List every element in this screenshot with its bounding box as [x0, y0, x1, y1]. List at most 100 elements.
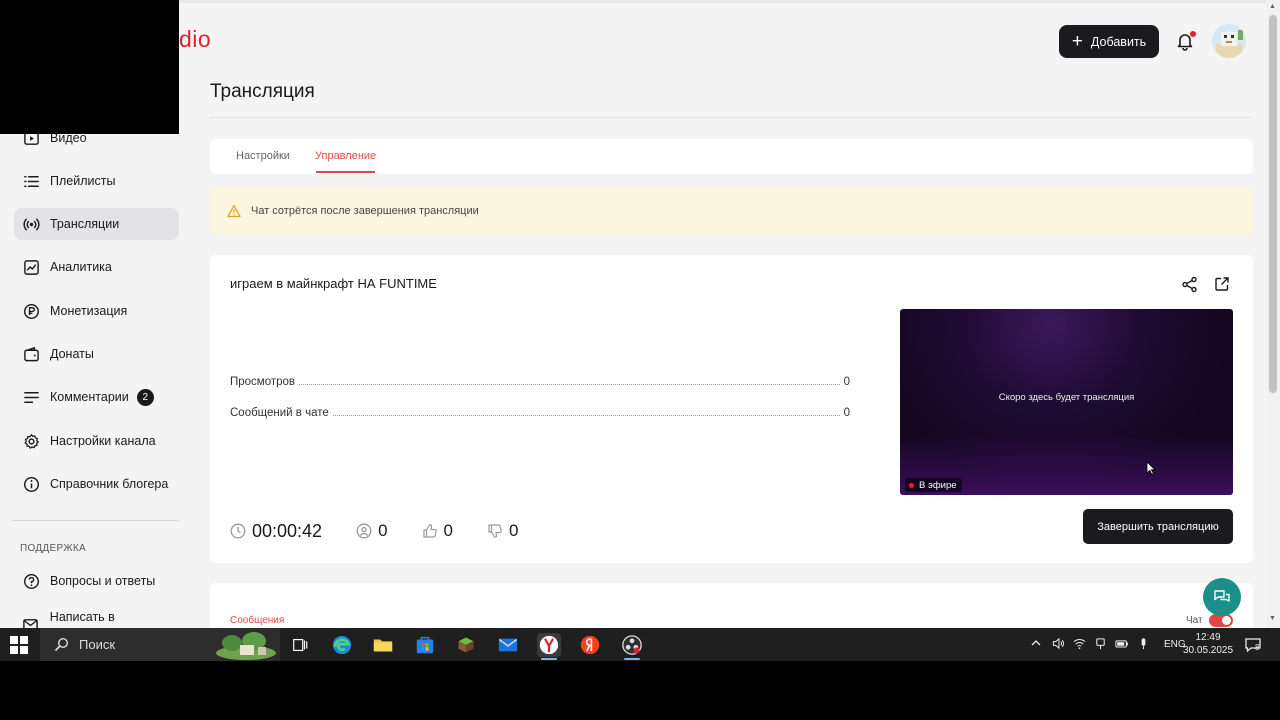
live-label: В эфире — [919, 479, 957, 491]
metric-likes: 0 — [422, 521, 453, 541]
metric-dislikes: 0 — [487, 521, 518, 541]
logo-fragment[interactable]: dio — [179, 26, 211, 53]
sidebar-item-blogger-guide[interactable]: Справочник блогера — [14, 468, 179, 500]
likes-value: 0 — [443, 521, 454, 540]
plus-icon: + — [1071, 31, 1083, 52]
sidebar-item-label: Вопросы и ответы — [50, 574, 156, 588]
page-scrollbar[interactable]: ▲ ▼ — [1266, 0, 1280, 628]
stat-value: 0 — [843, 376, 850, 388]
windows-start-icon[interactable] — [10, 636, 28, 654]
share-icon[interactable] — [1181, 276, 1198, 293]
sidebar-item-monetization[interactable]: Монетизация — [14, 295, 179, 327]
sidebar-item-label: Монетизация — [50, 304, 128, 318]
stat-value: 0 — [843, 407, 850, 419]
messages-card: Сообщения Чат — [210, 583, 1253, 628]
sidebar-item-playlists[interactable]: Плейлисты — [14, 165, 179, 197]
wallet-icon — [22, 345, 40, 363]
yandex-app-icon[interactable] — [578, 633, 602, 657]
file-explorer-icon[interactable] — [371, 633, 395, 657]
search-icon — [54, 637, 69, 652]
scrollbar-thumb[interactable] — [1269, 15, 1277, 393]
sidebar-item-label: Плейлисты — [50, 174, 116, 188]
speaker-icon[interactable] — [1052, 637, 1065, 653]
search-placeholder: Поиск — [79, 637, 116, 652]
scroll-down-arrow-icon[interactable]: ▼ — [1269, 615, 1276, 622]
battery-icon[interactable] — [1115, 637, 1129, 653]
system-clock[interactable]: 12:49 30.05.2025 — [1183, 631, 1233, 657]
tabs-bar: Настройки Управление — [210, 139, 1253, 174]
add-button-label: Добавить — [1090, 34, 1147, 49]
yandex-browser-icon[interactable] — [537, 633, 561, 657]
warning-text: Чат сотрётся после завершения трансляции — [251, 205, 479, 217]
sidebar-item-donations[interactable]: Донаты — [14, 338, 179, 370]
sidebar: Видео Плейлисты Трансляции Аналитика Мон… — [0, 118, 190, 628]
messages-heading: Сообщения — [230, 615, 285, 626]
network-icon[interactable] — [1073, 637, 1086, 653]
metric-viewers: 0 — [356, 521, 388, 541]
stream-metrics: 00:00:42 0 0 0 — [230, 520, 552, 542]
support-chat-button[interactable] — [1203, 578, 1241, 616]
system-tray: ENG — [1030, 628, 1186, 661]
mail-app-icon[interactable] — [496, 633, 520, 657]
metric-duration: 00:00:42 — [230, 521, 322, 542]
gear-icon — [22, 432, 40, 450]
notification-dot — [1190, 31, 1196, 37]
chevron-up-icon[interactable] — [1030, 637, 1042, 652]
active-app-indicator — [541, 658, 557, 660]
notification-center-icon[interactable]: 8 — [1244, 636, 1262, 654]
comment-icon — [22, 388, 40, 406]
minecraft-icon[interactable] — [454, 633, 478, 657]
dotted-leader — [332, 415, 840, 416]
sidebar-item-faq[interactable]: Вопросы и ответы — [14, 565, 179, 597]
obs-studio-icon[interactable] — [620, 633, 644, 657]
active-app-indicator — [624, 658, 640, 660]
chat-bubbles-icon — [1214, 590, 1230, 602]
stat-row-chat-messages: Сообщений в чате 0 — [230, 407, 850, 419]
ruble-icon — [22, 302, 40, 320]
end-stream-button[interactable]: Завершить трансляцию — [1083, 509, 1233, 544]
search-highlight-art-icon — [216, 632, 276, 660]
warning-banner: Чат сотрётся после завершения трансляции — [210, 187, 1253, 235]
stream-title: играем в майнкрафт НА FUNTIME — [230, 276, 437, 291]
viewers-icon — [356, 523, 372, 539]
clock-date: 30.05.2025 — [1183, 645, 1234, 656]
letterbox-bottom — [0, 661, 1280, 720]
sidebar-item-label: Комментарии — [50, 390, 129, 404]
dislikes-value: 0 — [509, 521, 519, 540]
dotted-leader — [299, 384, 840, 385]
sidebar-item-analytics[interactable]: Аналитика — [14, 251, 179, 283]
live-dot-icon — [909, 482, 914, 488]
usb-device-icon[interactable] — [1094, 637, 1107, 653]
stream-preview[interactable]: Скоро здесь будет трансляция В эфире — [900, 309, 1233, 495]
browser-viewport: dio Видео Плейлисты Трансляции Аналитика… — [0, 0, 1280, 628]
tab-management[interactable]: Управление — [315, 150, 376, 162]
live-badge: В эфире — [905, 478, 962, 492]
microsoft-store-icon[interactable] — [413, 633, 437, 657]
sidebar-divider — [12, 520, 179, 521]
add-button[interactable]: + Добавить — [1059, 25, 1159, 58]
question-icon — [22, 572, 40, 590]
scroll-up-arrow-icon[interactable]: ▲ — [1269, 3, 1276, 10]
sidebar-item-label: Трансляции — [50, 217, 120, 231]
edge-browser-icon[interactable] — [330, 633, 354, 657]
microphone-icon[interactable] — [1137, 637, 1150, 653]
page-title: Трансляция — [210, 81, 315, 102]
sidebar-item-contact-support[interactable]: Написать в поддержку — [14, 608, 179, 628]
sidebar-item-label: Аналитика — [50, 260, 112, 274]
sidebar-item-label: Донаты — [50, 347, 94, 361]
sidebar-item-comments[interactable]: Комментарии 2 — [14, 381, 179, 413]
screen: dio Видео Плейлисты Трансляции Аналитика… — [0, 0, 1280, 720]
sidebar-item-broadcasts[interactable]: Трансляции — [14, 208, 179, 240]
info-icon — [22, 475, 40, 493]
mail-icon — [22, 615, 40, 628]
tab-settings[interactable]: Настройки — [236, 150, 290, 162]
thumbs-up-icon — [422, 524, 437, 538]
windows-taskbar: Поиск ENG 12:49 30.05.2025 8 — [0, 628, 1280, 661]
stream-card: играем в майнкрафт НА FUNTIME Просмотров… — [210, 255, 1253, 563]
open-external-icon[interactable] — [1214, 276, 1230, 292]
sidebar-item-channel-settings[interactable]: Настройки канала — [14, 425, 179, 457]
user-avatar[interactable] — [1212, 24, 1246, 58]
stat-label: Просмотров — [230, 376, 296, 388]
support-heading: ПОДДЕРЖКА — [20, 543, 86, 554]
task-view-icon[interactable] — [288, 633, 312, 657]
